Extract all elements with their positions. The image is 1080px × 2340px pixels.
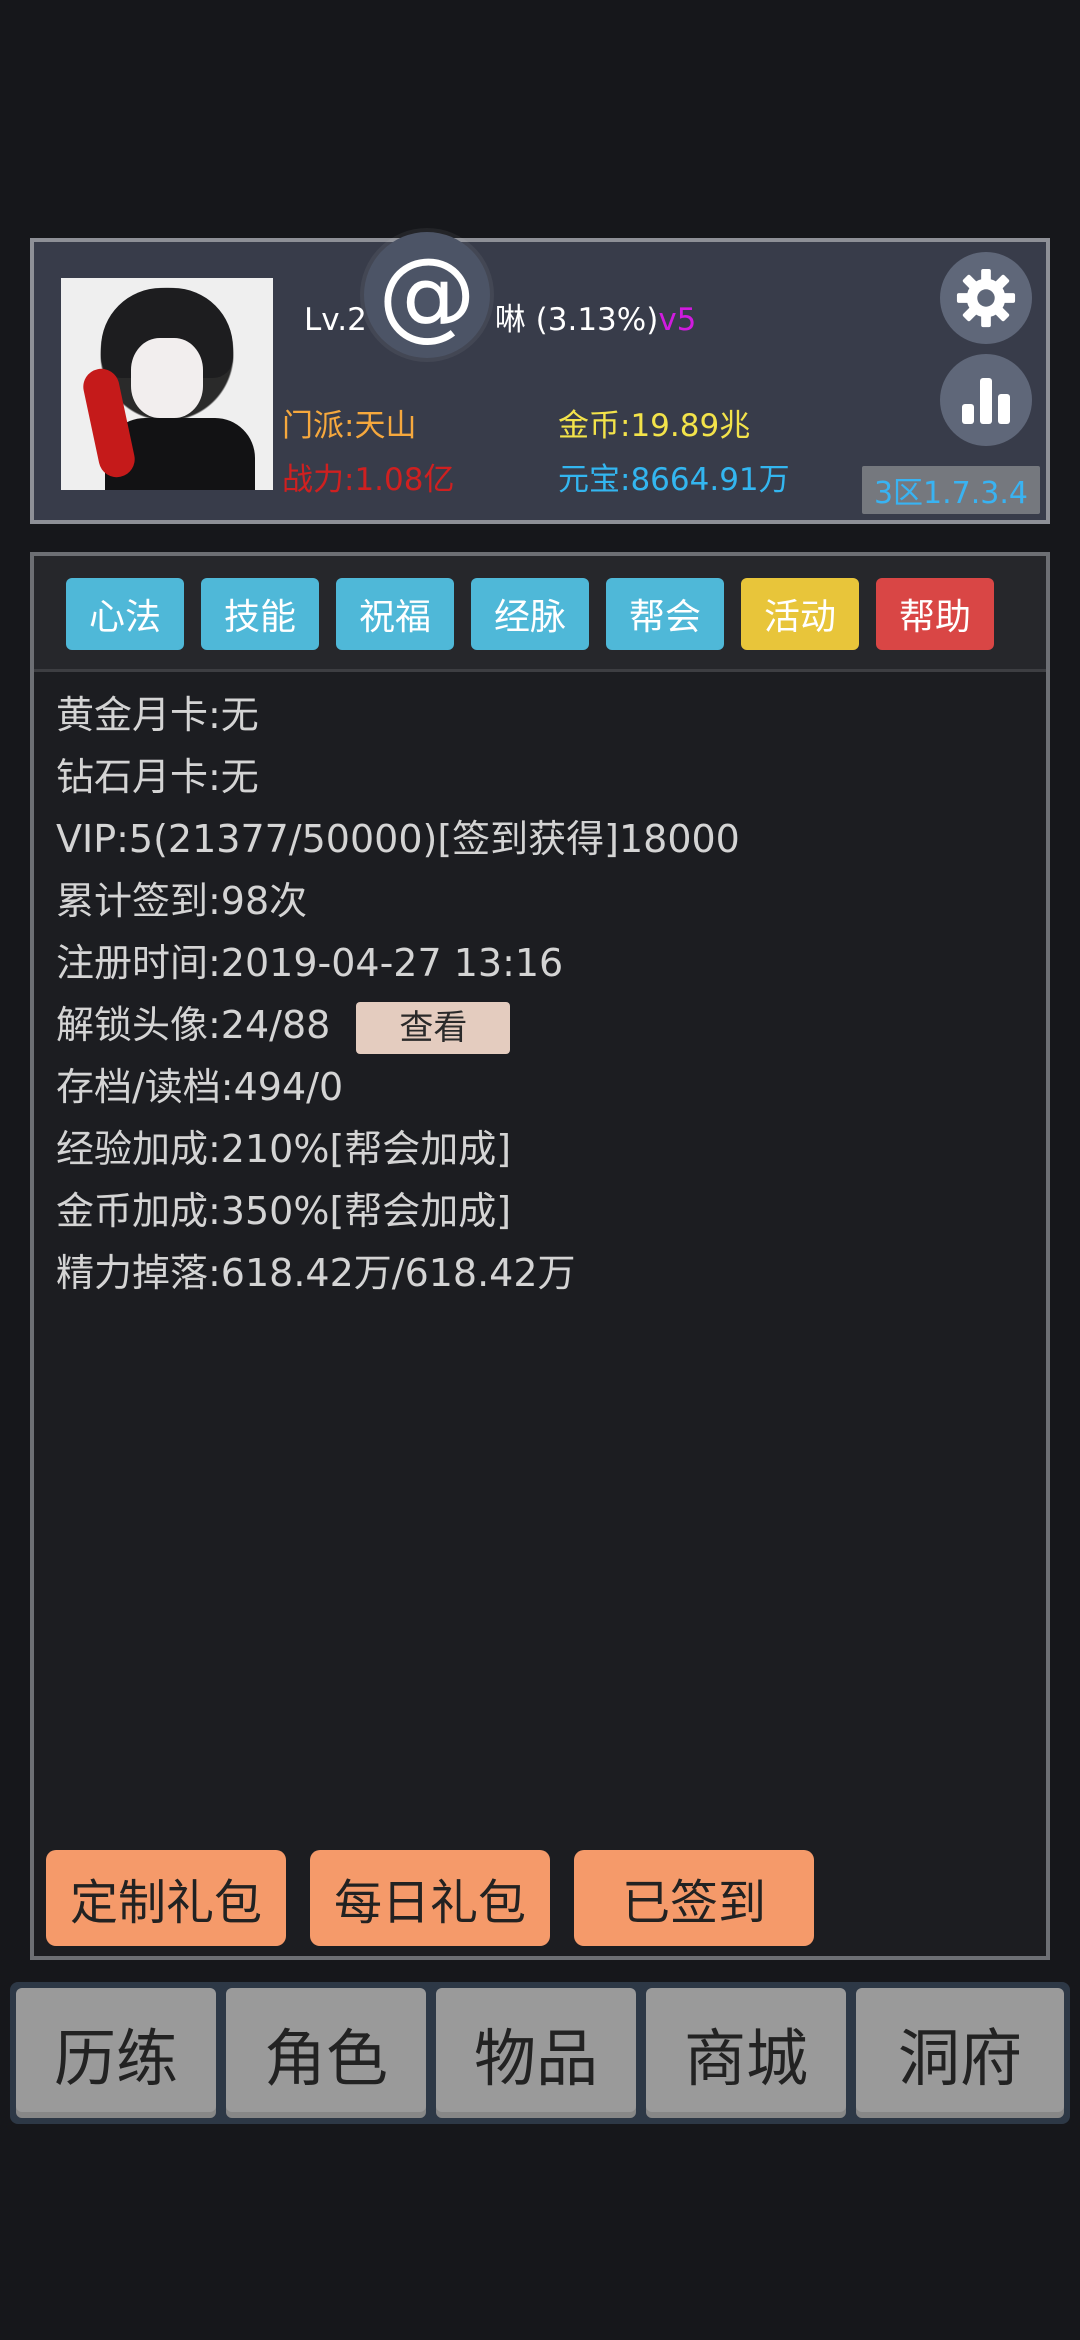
gold-card-status: 黄金月卡:无 <box>56 693 259 737</box>
energy-drop: 精力掉落:618.42万/618.42万 <box>56 1251 576 1295</box>
view-avatars-button[interactable]: 查看 <box>356 1001 511 1054</box>
save-load-count: 存档/读档:494/0 <box>56 1065 344 1109</box>
level-text: Lv.2 <box>304 302 367 338</box>
vip-progress: VIP:5(21377/50000)[签到获得]18000 <box>56 817 740 861</box>
tab-help[interactable]: 帮助 <box>876 578 994 650</box>
gear-icon <box>956 268 1016 328</box>
main-panel: 心法 技能 祝福 经脉 帮会 活动 帮助 黄金月卡:无 钻石月卡:无 VIP:5… <box>30 552 1050 1960</box>
vip-tag: v5 <box>658 302 697 338</box>
tab-xinfa[interactable]: 心法 <box>66 578 184 650</box>
bottom-nav: 历练 角色 物品 商城 洞府 <box>10 1982 1070 2124</box>
stats-button[interactable] <box>940 354 1032 446</box>
gold-label: 金币:19.89兆 <box>558 408 751 444</box>
tab-events[interactable]: 活动 <box>741 578 859 650</box>
mention-button[interactable]: @ <box>364 232 490 358</box>
player-avatar[interactable] <box>61 278 273 490</box>
function-tabs: 心法 技能 祝福 经脉 帮会 活动 帮助 <box>34 556 1046 672</box>
exp-bonus: 经验加成:210%[帮会加成] <box>56 1127 512 1171</box>
tab-guild[interactable]: 帮会 <box>606 578 724 650</box>
avatar-face <box>131 338 203 418</box>
power-label: 战力:1.08亿 <box>282 462 455 498</box>
player-level-line: Lv.2 啉 (3.13%)v5 <box>304 294 696 339</box>
register-time: 注册时间:2019-04-27 13:16 <box>56 941 564 985</box>
diamond-card-status: 钻石月卡:无 <box>56 755 259 799</box>
player-info-list: 黄金月卡:无 钻石月卡:无 VIP:5(21377/50000)[签到获得]18… <box>56 684 740 1304</box>
signed-in-button[interactable]: 已签到 <box>574 1850 814 1946</box>
avatars-unlocked: 解锁头像:24/88 <box>56 1003 331 1047</box>
server-version-badge: 3区1.7.3.4 <box>861 466 1040 514</box>
ingot-label: 元宝:8664.91万 <box>558 462 790 498</box>
gold-bonus: 金币加成:350%[帮会加成] <box>56 1189 512 1233</box>
name-progress: 啉 (3.13%) <box>494 302 659 338</box>
nav-character[interactable]: 角色 <box>226 1988 426 2118</box>
checkin-total: 累计签到:98次 <box>56 879 308 923</box>
tab-skills[interactable]: 技能 <box>201 578 319 650</box>
at-icon: @ <box>378 238 476 352</box>
player-header: Lv.2 啉 (3.13%)v5 @ 门派:天山 战力:1.08亿 金币:19.8… <box>30 232 1050 524</box>
daily-gift-button[interactable]: 每日礼包 <box>310 1850 550 1946</box>
avatars-unlocked-row: 解锁头像:24/88 查看 <box>56 994 740 1056</box>
sect-label: 门派:天山 <box>282 408 417 444</box>
nav-shop[interactable]: 商城 <box>646 1988 846 2118</box>
tab-meridian[interactable]: 经脉 <box>471 578 589 650</box>
nav-training[interactable]: 历练 <box>16 1988 216 2118</box>
custom-gift-button[interactable]: 定制礼包 <box>46 1850 286 1946</box>
bar-chart-icon <box>962 378 1010 424</box>
tab-blessing[interactable]: 祝福 <box>336 578 454 650</box>
nav-cave[interactable]: 洞府 <box>856 1988 1064 2118</box>
settings-button[interactable] <box>940 252 1032 344</box>
nav-items[interactable]: 物品 <box>436 1988 636 2118</box>
